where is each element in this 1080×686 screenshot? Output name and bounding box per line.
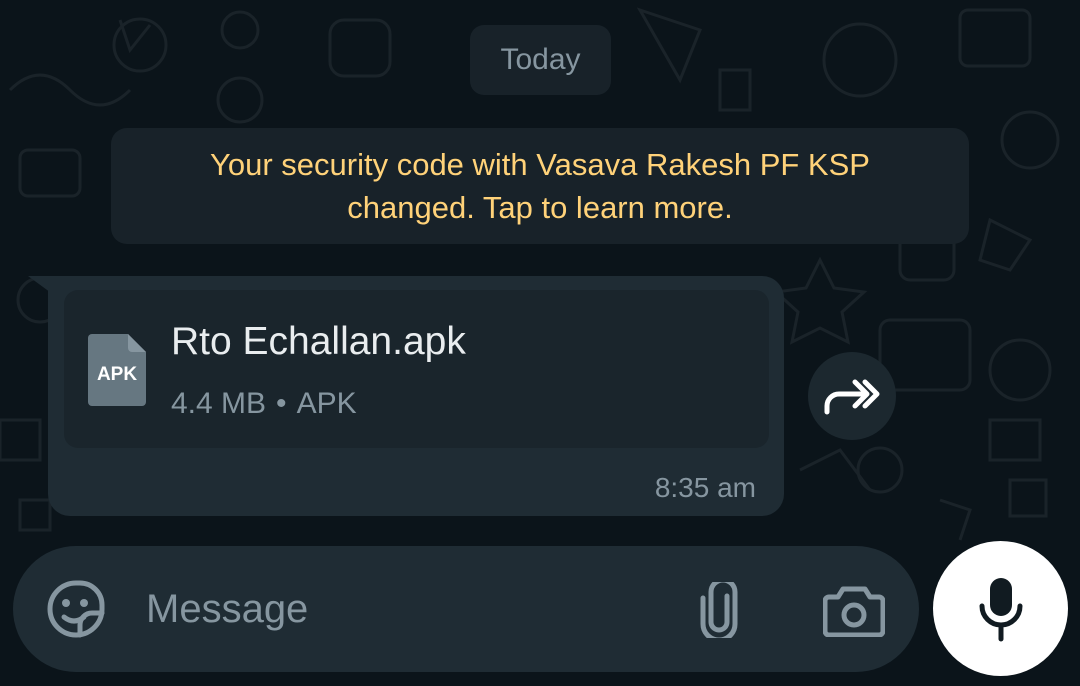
incoming-message-bubble[interactable]: APK Rto Echallan.apk 4.4 MB • APK 8:35 am <box>48 276 784 516</box>
sticker-emoji-icon <box>47 580 105 638</box>
forward-icon <box>824 379 880 415</box>
microphone-icon <box>979 577 1022 641</box>
file-attachment[interactable]: APK Rto Echallan.apk 4.4 MB • APK <box>64 290 769 448</box>
paperclip-icon <box>700 577 738 643</box>
camera-button[interactable] <box>822 585 886 638</box>
attach-button[interactable] <box>697 577 741 643</box>
file-meta: 4.4 MB • APK <box>171 387 357 421</box>
camera-icon <box>822 586 886 638</box>
security-code-notice[interactable]: Your security code with Vasava Rakesh PF… <box>111 128 969 244</box>
forward-button[interactable] <box>808 352 896 440</box>
file-name: Rto Echallan.apk <box>171 320 466 363</box>
apk-file-icon: APK <box>88 334 146 406</box>
meta-separator: • <box>276 387 287 420</box>
emoji-button[interactable] <box>46 579 106 639</box>
voice-message-button[interactable] <box>933 541 1068 676</box>
file-type-badge: APK <box>96 364 138 385</box>
message-composer <box>13 546 919 672</box>
message-timestamp: 8:35 am <box>654 472 756 503</box>
file-size: 4.4 MB <box>171 387 267 420</box>
date-divider: Today <box>470 25 611 95</box>
message-input[interactable] <box>146 576 666 642</box>
file-type: APK <box>296 387 357 420</box>
